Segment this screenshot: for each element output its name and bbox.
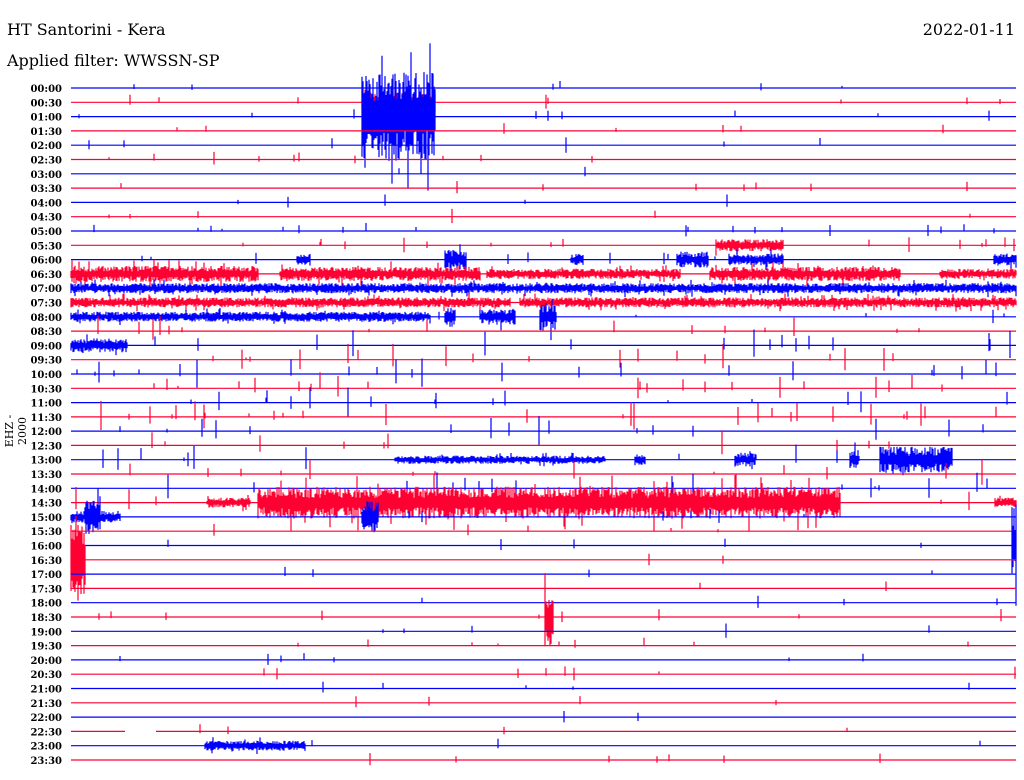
row-time-label: 05:30 bbox=[30, 241, 62, 252]
row-time-label: 13:00 bbox=[30, 456, 62, 467]
row-time-label: 07:30 bbox=[30, 298, 62, 309]
trace-row-1430 bbox=[71, 474, 1017, 532]
row-time-label: 01:00 bbox=[30, 113, 62, 124]
row-time-label: 17:00 bbox=[30, 570, 62, 581]
row-time-label: 13:30 bbox=[30, 470, 62, 481]
row-time-label: 09:30 bbox=[30, 356, 62, 367]
row-time-label: 21:30 bbox=[30, 699, 62, 710]
trace-row-0230 bbox=[71, 151, 1016, 165]
trace-row-0530 bbox=[71, 237, 1016, 256]
row-time-label: 17:30 bbox=[30, 584, 62, 595]
row-time-label: 16:00 bbox=[30, 542, 62, 553]
row-time-label: 10:00 bbox=[30, 370, 62, 381]
trace-row-0130 bbox=[71, 123, 1016, 134]
trace-row-2330 bbox=[71, 753, 1016, 766]
row-time-label: 16:30 bbox=[30, 556, 62, 567]
trace-row-0400 bbox=[71, 194, 1016, 208]
trace-row-1830 bbox=[71, 573, 1016, 647]
trace-row-1930 bbox=[71, 637, 1016, 648]
trace-row-1200 bbox=[71, 416, 1016, 446]
trace-row-1530 bbox=[71, 523, 1016, 536]
row-time-label: 23:00 bbox=[30, 742, 62, 753]
row-time-label: 01:30 bbox=[30, 127, 62, 138]
row-time-label: 06:30 bbox=[30, 270, 62, 281]
row-time-label: 07:00 bbox=[30, 284, 62, 295]
trace-row-1800 bbox=[71, 595, 1016, 608]
row-time-label: 02:30 bbox=[30, 155, 62, 166]
row-time-label: 14:30 bbox=[30, 499, 62, 510]
trace-row-2230 bbox=[71, 724, 1016, 735]
trace-row-1300 bbox=[71, 442, 1016, 476]
trace-row-0200 bbox=[71, 137, 1016, 153]
trace-row-2000 bbox=[71, 653, 1016, 665]
trace-row-2130 bbox=[71, 696, 1016, 708]
trace-row-1900 bbox=[71, 623, 1016, 638]
row-time-label: 03:30 bbox=[30, 184, 62, 195]
row-time-label: 04:30 bbox=[30, 213, 62, 224]
row-time-label: 04:00 bbox=[30, 198, 62, 209]
trace-row-0500 bbox=[71, 223, 1016, 237]
row-time-label: 23:30 bbox=[30, 756, 62, 767]
row-time-label: 11:00 bbox=[30, 399, 62, 410]
row-time-label: 08:00 bbox=[30, 313, 62, 324]
trace-row-0630 bbox=[70, 259, 1017, 288]
row-time-label: 05:00 bbox=[30, 227, 62, 238]
trace-row-1730 bbox=[71, 581, 1016, 591]
row-time-label: 22:00 bbox=[30, 713, 62, 724]
row-time-label: 11:30 bbox=[30, 413, 62, 424]
row-time-label: 18:00 bbox=[30, 599, 62, 610]
trace-row-0330 bbox=[71, 181, 1016, 194]
row-time-label: 08:30 bbox=[30, 327, 62, 338]
trace-row-1000 bbox=[71, 358, 1016, 388]
trace-row-2100 bbox=[71, 681, 1016, 693]
row-time-label: 19:30 bbox=[30, 642, 62, 653]
trace-row-0000 bbox=[71, 81, 1016, 91]
trace-row-1030 bbox=[71, 372, 1016, 399]
helicorder-plot: 00:00 00:30 01:00 01:30 02:00 02:30 03:00 03:30… bbox=[30, 43, 1017, 767]
row-time-label: 02:00 bbox=[30, 141, 62, 152]
row-time-label: 00:00 bbox=[30, 84, 62, 95]
trace-row-2030 bbox=[71, 666, 1016, 681]
row-time-label: 12:00 bbox=[30, 427, 62, 438]
trace-row-2200 bbox=[71, 711, 1016, 723]
trace-row-0700 bbox=[70, 279, 1017, 298]
trace-row-1600 bbox=[71, 504, 1017, 606]
row-time-label: 00:30 bbox=[30, 98, 62, 109]
row-time-label: 18:30 bbox=[30, 613, 62, 624]
row-time-label: 19:00 bbox=[30, 627, 62, 638]
row-time-label: 09:00 bbox=[30, 341, 62, 352]
trace-row-0300 bbox=[71, 166, 1016, 177]
row-time-label: 03:00 bbox=[30, 170, 62, 181]
row-time-label: 20:30 bbox=[30, 670, 62, 681]
row-time-label: 15:00 bbox=[30, 513, 62, 524]
row-time-label: 12:30 bbox=[30, 441, 62, 452]
row-time-label: 14:00 bbox=[30, 484, 62, 495]
row-time-label: 15:30 bbox=[30, 527, 62, 538]
row-time-label: 20:00 bbox=[30, 656, 62, 667]
row-time-label: 10:30 bbox=[30, 384, 62, 395]
trace-row-2300 bbox=[71, 737, 1016, 754]
trace-row-1230 bbox=[71, 430, 1016, 455]
trace-row-0030 bbox=[71, 85, 1016, 113]
row-time-label: 21:00 bbox=[30, 685, 62, 696]
trace-row-1130 bbox=[71, 401, 1016, 430]
trace-row-0430 bbox=[71, 208, 1016, 224]
row-time-label: 06:00 bbox=[30, 256, 62, 267]
row-time-label: 22:30 bbox=[30, 727, 62, 738]
trace-row-0900 bbox=[70, 329, 1016, 358]
trace-row-1100 bbox=[71, 387, 1016, 417]
trace-row-0930 bbox=[71, 343, 1016, 371]
trace-row-1700 bbox=[71, 566, 1016, 578]
trace-row-0100 bbox=[71, 43, 1016, 191]
